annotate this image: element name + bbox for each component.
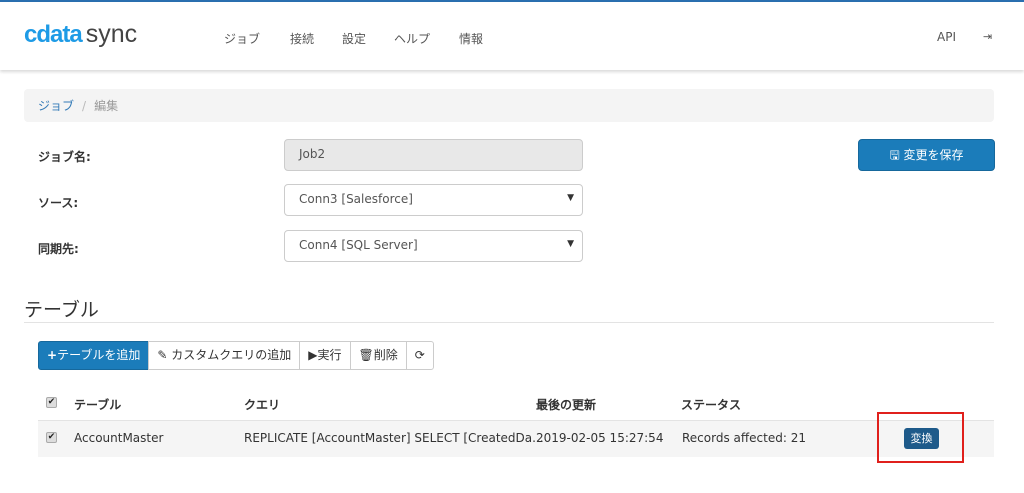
nav-info[interactable]: 情報: [459, 30, 483, 47]
source-label: ソース:: [38, 196, 79, 210]
caret-down-icon: ▼: [567, 239, 574, 249]
select-all-checkbox[interactable]: ✔: [46, 397, 57, 408]
row-checkbox[interactable]: ✔: [46, 432, 57, 443]
job-name-label: ジョブ名:: [38, 150, 91, 164]
job-name-input[interactable]: Job2: [284, 139, 583, 171]
plus-icon: +: [47, 348, 58, 362]
breadcrumb-jobs[interactable]: ジョブ: [38, 99, 74, 113]
add-table-button[interactable]: +テーブルを追加: [38, 341, 150, 370]
save-icon: 🖫: [889, 148, 900, 162]
refresh-icon: ⟳: [414, 348, 425, 362]
navbar: cdata sync ジョブ 接続 設定 ヘルプ 情報 API ⇥: [0, 2, 1024, 70]
col-table[interactable]: テーブル: [74, 396, 121, 413]
destination-select[interactable]: Conn4 [SQL Server] ▼: [284, 230, 583, 262]
col-updated[interactable]: 最後の更新: [536, 396, 596, 413]
cell-query: REPLICATE [AccountMaster] SELECT [Create…: [244, 431, 544, 445]
breadcrumb-current: 編集: [94, 99, 119, 113]
logo[interactable]: cdata sync: [24, 20, 137, 49]
delete-button[interactable]: 🗑削除: [349, 341, 407, 370]
cell-table[interactable]: AccountMaster: [74, 431, 163, 445]
add-custom-query-button[interactable]: ✎ カスタムクエリの追加: [148, 341, 301, 370]
run-button[interactable]: ▶実行: [299, 341, 351, 370]
sign-out-icon[interactable]: ⇥: [983, 30, 992, 43]
highlight-annotation: [877, 412, 964, 463]
divider: [24, 322, 994, 323]
cell-status: Records affected: 21: [682, 431, 806, 445]
nav-api[interactable]: API: [937, 30, 956, 44]
caret-down-icon: ▼: [567, 193, 574, 203]
refresh-button[interactable]: ⟳: [405, 341, 434, 370]
nav-settings[interactable]: 設定: [342, 30, 366, 47]
cell-updated: 2019-02-05 15:27:54: [536, 431, 664, 445]
tables-heading: テーブル: [24, 299, 99, 321]
save-changes-button[interactable]: 🖫 変更を保存: [858, 139, 995, 171]
breadcrumb: ジョブ / 編集: [24, 89, 994, 122]
trash-icon: 🗑: [358, 348, 374, 362]
destination-label: 同期先:: [38, 242, 79, 256]
col-query[interactable]: クエリ: [244, 396, 280, 413]
edit-icon: ✎: [157, 348, 168, 362]
nav-jobs[interactable]: ジョブ: [224, 30, 260, 47]
nav-connections[interactable]: 接続: [290, 30, 314, 47]
source-select[interactable]: Conn3 [Salesforce] ▼: [284, 184, 583, 216]
col-status[interactable]: ステータス: [681, 396, 741, 413]
table-toolbar: +テーブルを追加 ✎ カスタムクエリの追加 ▶実行 🗑削除 ⟳: [38, 341, 434, 370]
nav-help[interactable]: ヘルプ: [394, 30, 430, 47]
